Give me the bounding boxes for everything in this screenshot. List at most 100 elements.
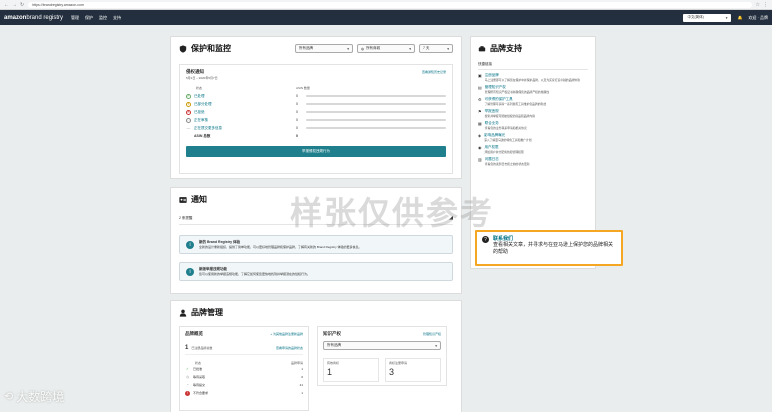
- brand-status-label[interactable]: 不符合要求: [193, 391, 208, 395]
- help-icon: ?: [482, 236, 489, 243]
- language-select[interactable]: 中文(简体) ▾: [683, 13, 732, 22]
- chevron-down-icon: ▾: [435, 343, 437, 348]
- ip-stat-applications: 商标注册申请 3: [385, 358, 441, 382]
- brand-status-value: 41: [299, 383, 303, 387]
- notice-history-link[interactable]: 查看通知历史记录: [422, 70, 446, 74]
- check-icon: ✓: [186, 93, 191, 99]
- brand-status-label[interactable]: 等待提交: [193, 383, 205, 387]
- quick-links-title: 快捷链接: [478, 62, 588, 70]
- contact-us-title[interactable]: 联系我们: [493, 235, 616, 242]
- menu-monitor[interactable]: 监控: [99, 15, 107, 21]
- amazon-brand-registry-logo[interactable]: amazonbrand registry: [4, 15, 63, 21]
- registered-count: 1: [185, 345, 189, 351]
- info-icon: i: [186, 267, 194, 276]
- handshake-icon: [478, 45, 486, 53]
- view-applications-link[interactable]: 查看申请的品牌状态: [276, 346, 303, 350]
- menu-manage[interactable]: 管理: [71, 15, 79, 21]
- col-brand-status: 状态: [195, 361, 202, 365]
- brand-status-label[interactable]: 等待采取: [193, 375, 205, 379]
- reload-icon[interactable]: ↻: [20, 2, 24, 8]
- brand-status-label[interactable]: 已批准: [193, 367, 202, 371]
- status-row: ◐ 已部分处理 0: [186, 100, 446, 108]
- quick-link-item[interactable]: ▤ 管理知识产权 管理所有知识产权证书并确保您的品牌产权的准确性: [478, 85, 588, 94]
- chevron-down-icon: ▾: [725, 15, 728, 20]
- add-brand-link[interactable]: + 为其他品牌注册新品牌: [270, 332, 303, 336]
- status-value: 0: [296, 94, 298, 98]
- days-filter-select[interactable]: 7 天 ▾: [419, 44, 453, 53]
- forward-icon[interactable]: →: [12, 2, 17, 8]
- status-bar: [306, 127, 446, 129]
- log-icon: ▥: [478, 157, 482, 162]
- address-bar[interactable]: https://brandregistry.amazon.com: [28, 1, 752, 8]
- protect-title: 保护和监控: [179, 43, 231, 54]
- contact-us-callout[interactable]: ? 联系我们 查看相关文章，并寻求与在亚马逊上保护您的品牌相关的帮助: [475, 230, 623, 266]
- certificate-icon: ▤: [478, 85, 482, 90]
- browser-nav: ← → ↻: [4, 2, 24, 8]
- status-label[interactable]: 已处理: [194, 94, 296, 99]
- status-label[interactable]: 已部分处理: [194, 102, 296, 107]
- quick-link-item[interactable]: ▣ 注册品牌 马上注册即可以了解您在保护中并保护品牌，以及为买家打造卓越的品牌体验: [478, 73, 588, 82]
- ip-panel: 知识产权 管理知识产权 所有品牌 ▾ 有效商标 1 商标注册申请 3: [317, 326, 447, 386]
- total-row: ASIN 总数 0: [186, 132, 446, 140]
- ip-stat-value: 1: [327, 367, 333, 377]
- main-menu: 管理 保护 监控 支持: [71, 15, 121, 21]
- status-row: ✓ 已处理 0: [186, 92, 446, 100]
- brand-filter-select[interactable]: 所有品牌 ▾: [295, 44, 353, 53]
- quick-link-item[interactable]: ⚑ 举报违规 搜索并举报可能被侵权的商品和品牌内容: [478, 109, 588, 118]
- ip-brand-select[interactable]: 所有品牌 ▾: [323, 341, 441, 350]
- quick-link-item[interactable]: ◉ 用户权限 添加用户并分配角色和管理权限: [478, 145, 588, 154]
- status-label[interactable]: 已拒绝: [194, 110, 296, 115]
- more-info-icon: —: [186, 126, 191, 130]
- back-icon[interactable]: ←: [4, 2, 9, 8]
- person-icon: [179, 309, 187, 317]
- support-title: 品牌支持: [478, 43, 588, 54]
- status-label[interactable]: 正在提交更多信息: [194, 126, 296, 131]
- chevron-down-icon: ▾: [409, 46, 411, 51]
- status-label[interactable]: 正在审核: [194, 118, 296, 123]
- support-title-text: 品牌支持: [490, 44, 522, 53]
- review-icon: …: [186, 117, 191, 123]
- status-bar: [306, 95, 446, 97]
- brand-status-value: 0: [301, 375, 303, 379]
- shield-icon: [179, 44, 187, 53]
- manage-ip-link[interactable]: 管理知识产权: [423, 332, 441, 336]
- tools-icon: ⚙: [478, 97, 482, 102]
- user-menu[interactable]: 欢迎 · 品牌: [748, 15, 768, 21]
- ip-stat-value: 3: [389, 367, 395, 377]
- menu-protect[interactable]: 保护: [85, 15, 93, 21]
- users-icon: ◉: [478, 145, 482, 150]
- brand-status-row: ✓ 已批准 1: [185, 365, 303, 373]
- quick-link-text: 马上注册即可以了解您在保护中并保护品牌，以及为买家打造卓越的品牌体验: [484, 78, 580, 82]
- brand-filter-value: 所有品牌: [299, 46, 313, 50]
- quick-link-item[interactable]: ◈ 影响品牌曝光 深入了解亚马逊的特色工具和推广计划: [478, 133, 588, 142]
- error-icon: !: [185, 390, 190, 396]
- days-filter-value: 7 天: [423, 46, 430, 50]
- logo-sub: brand registry: [26, 14, 64, 21]
- partial-icon: ◐: [186, 101, 191, 107]
- report-violation-button[interactable]: 举报侵权违规行为: [186, 146, 446, 157]
- notice-body: 新版举报违规功能 您可以使用新的举报违规功能，了解它如何使您更快地找到并举报潜在…: [199, 267, 310, 276]
- quick-link-item[interactable]: ⚙ 可获得的保护工具 了解管理可获得一系列独有工具维护您品牌的利益: [478, 97, 588, 106]
- notice-count: 2 条提醒: [179, 215, 193, 220]
- quick-link-text: 查看您的案例日志和之前的状态更新: [484, 162, 530, 166]
- language-label: 中文(简体): [687, 15, 704, 19]
- notice-text: 您可以使用新的举报违规功能，了解它如何使您更快地找到并举报潜在的侵权行为。: [199, 272, 311, 276]
- globe-icon: ◍: [361, 46, 365, 51]
- infringement-title: 侵权通知: [186, 69, 204, 74]
- megaphone-icon: ◈: [478, 133, 482, 138]
- marketplace-filter-value: 所有商城: [366, 46, 381, 50]
- quick-link-item[interactable]: ▥ 问题日志 查看您的案例日志和之前的状态更新: [478, 157, 588, 166]
- marketplace-filter-select[interactable]: ◍ 所有商城 ▾: [357, 44, 415, 53]
- reject-icon: ✕: [186, 109, 191, 115]
- menu-icon[interactable]: ⋮: [763, 2, 768, 8]
- menu-support[interactable]: 支持: [113, 15, 121, 21]
- notification-icon[interactable]: 🔔: [737, 15, 742, 20]
- star-icon[interactable]: ☆: [756, 2, 760, 8]
- status-bar: [306, 119, 446, 121]
- quick-link-item[interactable]: ▦ 联合业务 查看您的业务联系申请和相关协议: [478, 121, 588, 130]
- clock-icon: ◷: [185, 375, 190, 379]
- logo-main: amazon: [4, 14, 27, 21]
- quick-link-text: 管理所有知识产权证书并确保您的品牌产权的准确性: [484, 90, 550, 94]
- col-brand-count: 品牌申请: [290, 361, 303, 365]
- brand-logo-icon: ⟲: [4, 391, 14, 403]
